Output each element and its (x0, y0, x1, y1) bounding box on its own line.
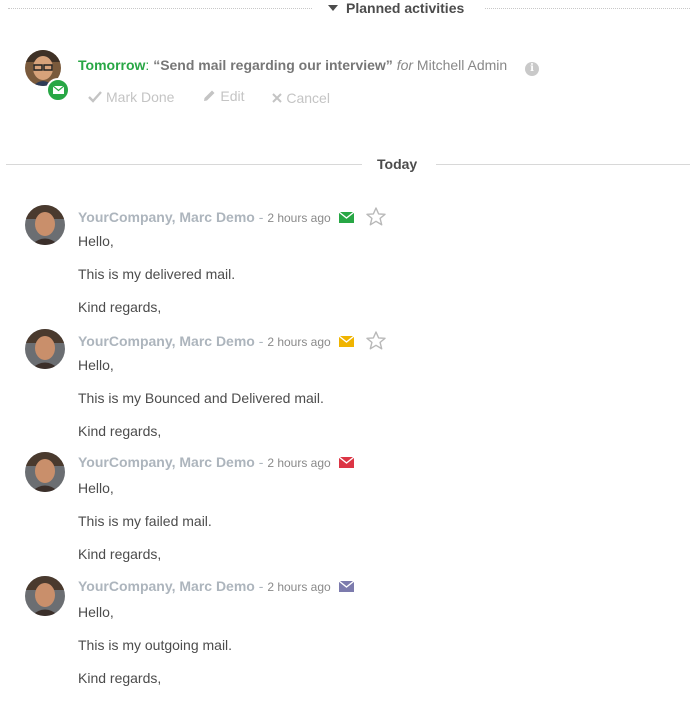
avatar[interactable] (25, 576, 65, 616)
check-icon (88, 91, 102, 103)
message-line: Kind regards, (78, 670, 162, 686)
planned-activities-separator[interactable]: Planned activities (0, 0, 690, 20)
star-icon[interactable] (366, 207, 386, 229)
message-separator: - (254, 578, 268, 594)
activity-colon: : (145, 57, 150, 73)
message-line: Kind regards, (78, 546, 162, 562)
edit-label: Edit (220, 88, 245, 104)
message-line: Kind regards, (78, 423, 162, 439)
info-icon[interactable]: i (525, 62, 540, 76)
message-date: 2 hours ago (267, 335, 331, 349)
message-separator: - (254, 333, 268, 349)
planned-activity: Tomorrow: “Send mail regarding our inter… (25, 50, 685, 120)
message-separator: - (254, 209, 268, 225)
mark-done-button[interactable]: Mark Done (88, 89, 174, 105)
message-line: Hello, (78, 604, 114, 620)
separator-line (6, 164, 362, 165)
activity-summary-line: Tomorrow: “Send mail regarding our inter… (78, 57, 540, 76)
date-separator-label: Today (377, 156, 418, 172)
message-header: YourCompany, Marc Demo - 2 hours ago (78, 454, 355, 471)
activity-assignee: Mitchell Admin (416, 57, 508, 73)
message-body: Hello, This is my delivered mail. Kind reg… (78, 233, 235, 332)
mark-done-label: Mark Done (106, 89, 175, 105)
separator-line (436, 164, 690, 165)
envelope-icon (52, 86, 64, 94)
planned-activities-toggle[interactable]: Planned activities (328, 0, 464, 16)
date-separator: Today (6, 154, 690, 174)
message-line: This is my delivered mail. (78, 266, 236, 282)
envelope-icon[interactable] (338, 579, 355, 595)
message-line: This is my Bounced and Delivered mail. (78, 390, 324, 406)
message-body: Hello, This is my outgoing mail. Kind rega… (78, 604, 232, 703)
message-line: Hello, (78, 357, 114, 373)
envelope-icon[interactable] (338, 210, 355, 226)
message-line: This is my failed mail. (78, 513, 212, 529)
message-body: Hello, This is my Bounced and Delivered m… (78, 357, 324, 456)
avatar[interactable] (25, 205, 65, 245)
cancel-label: Cancel (286, 90, 330, 106)
activity-for-label: for (396, 57, 414, 73)
close-icon (272, 93, 283, 103)
separator-line (8, 8, 312, 9)
message-line: Hello, (78, 480, 114, 496)
planned-activities-title: Planned activities (346, 0, 465, 16)
message-date: 2 hours ago (267, 580, 331, 594)
separator-line (485, 8, 690, 9)
star-icon[interactable] (366, 331, 386, 353)
pencil-icon (204, 90, 215, 101)
avatar[interactable] (25, 452, 65, 492)
edit-button[interactable]: Edit (202, 88, 244, 104)
activity-due-label: Tomorrow (78, 57, 146, 73)
message-separator: - (254, 454, 268, 470)
avatar[interactable] (25, 329, 65, 369)
message-date: 2 hours ago (267, 456, 331, 470)
message-author[interactable]: YourCompany, Marc Demo (78, 333, 255, 349)
activity-actions: Mark Done Edit Cancel (88, 88, 354, 106)
message-line: Kind regards, (78, 299, 162, 315)
message-header: YourCompany, Marc Demo - 2 hours ago (78, 331, 386, 353)
caret-down-icon (328, 5, 338, 11)
message-line: Hello, (78, 233, 114, 249)
envelope-icon[interactable] (338, 455, 355, 471)
message-author[interactable]: YourCompany, Marc Demo (78, 454, 255, 470)
envelope-icon[interactable] (338, 334, 355, 350)
message-author[interactable]: YourCompany, Marc Demo (78, 209, 255, 225)
message-line: This is my outgoing mail. (78, 637, 233, 653)
activity-type-badge (46, 78, 70, 102)
message-body: Hello, This is my failed mail. Kind regard… (78, 480, 212, 579)
message-author[interactable]: YourCompany, Marc Demo (78, 578, 255, 594)
message-header: YourCompany, Marc Demo - 2 hours ago (78, 578, 355, 595)
message-header: YourCompany, Marc Demo - 2 hours ago (78, 207, 386, 229)
cancel-button[interactable]: Cancel (272, 90, 330, 106)
message-date: 2 hours ago (267, 211, 331, 225)
activity-summary: “Send mail regarding our interview” (153, 57, 393, 73)
